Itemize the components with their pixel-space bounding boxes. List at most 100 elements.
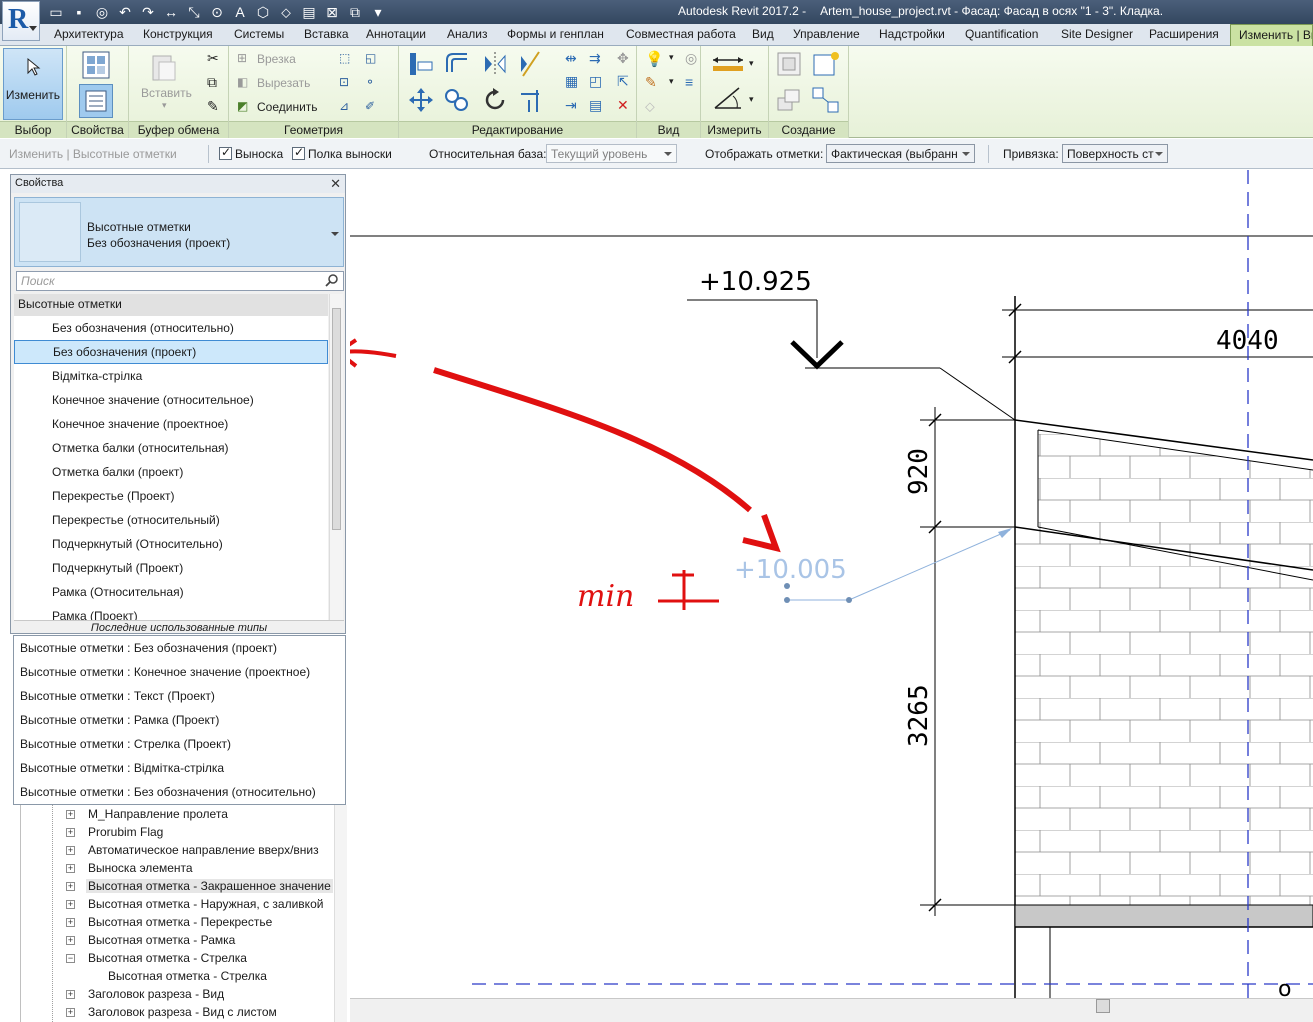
dimension-text-4040[interactable]: 4040 <box>1216 326 1279 356</box>
3d-view-icon[interactable]: ⬡ <box>253 2 273 22</box>
pin-icon[interactable]: ✥ <box>617 50 629 67</box>
paint-icon[interactable]: ⚬ <box>365 75 375 89</box>
align-icon[interactable] <box>407 50 435 78</box>
recent-type-item[interactable]: Высотные отметки : Відмітка-стрілка <box>14 756 345 780</box>
split-element-icon[interactable]: ⇥ <box>565 97 577 114</box>
type-list-item[interactable]: Відмітка-стрілка <box>14 364 328 388</box>
dimension-text-3265[interactable]: 3265 <box>904 684 934 747</box>
recent-type-item[interactable]: Высотные отметки : Текст (Проект) <box>14 684 345 708</box>
tab-site-designer[interactable]: Site Designer <box>1061 27 1133 41</box>
section-icon[interactable]: ⬦ <box>276 2 296 22</box>
recent-type-item[interactable]: Высотные отметки : Конечное значение (пр… <box>14 660 345 684</box>
copy-small-icon[interactable]: ⇉ <box>589 50 601 67</box>
properties-button[interactable] <box>79 84 113 118</box>
filter-icon[interactable]: ⬦ <box>645 98 655 115</box>
tab-view[interactable]: Вид <box>752 27 774 41</box>
close-icon[interactable]: ✕ <box>330 176 341 192</box>
create-similar-icon[interactable] <box>811 86 841 114</box>
tree-node-highlighted[interactable]: + Высотная отметка - Закрашенное значение <box>21 877 347 895</box>
create-parts-icon[interactable] <box>811 50 841 78</box>
text-icon[interactable]: A <box>230 2 250 22</box>
cut-geometry-icon[interactable]: ◧ <box>237 75 248 89</box>
override-dropdown-icon[interactable]: ▾ <box>669 76 674 87</box>
rotate-icon[interactable] <box>481 86 509 114</box>
move-small-icon[interactable]: ⇹ <box>565 50 577 67</box>
expand-icon[interactable]: + <box>66 846 75 855</box>
tab-quantification[interactable]: Quantification <box>965 27 1038 41</box>
type-list-item[interactable]: Отметка балки (относительная) <box>14 436 328 460</box>
type-selector[interactable]: Высотные отметки Без обозначения (проект… <box>14 197 344 267</box>
dimension-dropdown-icon[interactable]: ▾ <box>749 94 754 105</box>
hide-in-view-icon[interactable]: 💡 <box>645 50 664 68</box>
open-icon[interactable]: ▭ <box>46 2 66 22</box>
leader-label[interactable]: Выноска <box>235 147 283 161</box>
redo-icon[interactable]: ↷ <box>138 2 158 22</box>
expand-icon[interactable]: + <box>66 936 75 945</box>
tree-node[interactable]: + Высотная отметка - Перекрестье <box>21 913 347 931</box>
type-list-item[interactable]: Конечное значение (проектное) <box>14 412 328 436</box>
beam-column-joins-icon[interactable]: ⊿ <box>339 99 349 113</box>
recent-type-item[interactable]: Высотные отметки : Без обозначения (отно… <box>14 780 345 804</box>
switch-windows-icon[interactable]: ⧉ <box>345 2 365 22</box>
tab-massing-site[interactable]: Формы и генплан <box>507 27 604 41</box>
cut-geometry-label[interactable]: Вырезать <box>257 76 310 90</box>
wall-profile-icon[interactable]: ✐ <box>365 99 375 113</box>
measure-icon[interactable]: ↔ <box>161 2 181 22</box>
create-assembly-icon[interactable] <box>775 50 803 78</box>
join-icon[interactable]: ◩ <box>237 99 248 113</box>
demolish-icon[interactable]: ⊡ <box>339 75 349 89</box>
expand-icon[interactable]: + <box>66 1008 75 1017</box>
tab-architecture[interactable]: Архитектура <box>54 27 124 41</box>
unpin-icon[interactable]: ⇱ <box>617 73 629 90</box>
copy-icon[interactable]: ⧉ <box>207 74 217 91</box>
expand-icon[interactable]: + <box>66 918 75 927</box>
split-face-icon[interactable]: ◱ <box>365 51 376 65</box>
tag-icon[interactable]: ⊙ <box>207 2 227 22</box>
reveal-hidden-icon[interactable]: ◎ <box>685 50 697 67</box>
tab-systems[interactable]: Системы <box>234 27 284 41</box>
sync-icon[interactable]: ◎ <box>92 2 112 22</box>
mirror-pick-axis-icon[interactable] <box>481 50 509 78</box>
expand-icon[interactable]: + <box>66 828 75 837</box>
tab-manage[interactable]: Управление <box>793 27 860 41</box>
tree-node[interactable]: + Заголовок разреза - Вид <box>21 985 347 1003</box>
type-list-scrollbar[interactable] <box>329 294 343 620</box>
close-windows-icon[interactable]: ⊠ <box>322 2 342 22</box>
tree-node[interactable]: + Высотная отметка - Наружная, с заливкой <box>21 895 347 913</box>
drawing-horizontal-scrollbar[interactable] <box>350 998 1313 1022</box>
tree-node[interactable]: + Prorubim Flag <box>21 823 347 841</box>
drawing-canvas[interactable]: 4040 920 3265 +10.925 +10.005 o min <box>350 170 1313 998</box>
tree-node[interactable]: + Высотная отметка - Рамка <box>21 931 347 949</box>
type-list-item[interactable]: Подчеркнутый (Проект) <box>14 556 328 580</box>
type-list-item[interactable]: Рамка (Проект) <box>14 604 328 620</box>
move-icon[interactable] <box>407 86 435 114</box>
tab-modify-spot-elevations[interactable]: Изменить | Вы <box>1230 24 1313 46</box>
spot-elevation-value[interactable]: +10.925 <box>699 267 812 297</box>
mirror-draw-axis-icon[interactable] <box>517 50 545 78</box>
expand-icon[interactable]: + <box>66 882 75 891</box>
tab-analyze[interactable]: Анализ <box>447 27 488 41</box>
type-list-item[interactable]: Отметка балки (проект) <box>14 460 328 484</box>
tab-structure[interactable]: Конструкция <box>143 27 213 41</box>
cope-icon[interactable]: ⊞ <box>237 51 247 65</box>
linework-icon[interactable]: ≡ <box>685 74 693 90</box>
chevron-down-icon[interactable] <box>331 232 339 236</box>
aligned-dimension-icon[interactable] <box>711 84 745 112</box>
hide-dropdown-icon[interactable]: ▾ <box>669 52 674 63</box>
thin-lines-icon[interactable]: ▤ <box>299 2 319 22</box>
override-graphics-icon[interactable]: ✎ <box>645 74 657 91</box>
dimension-icon[interactable]: ⤡ <box>184 2 204 22</box>
expand-icon[interactable]: + <box>66 810 75 819</box>
customize-qat-icon[interactable]: ▾ <box>368 2 388 22</box>
grip-handle[interactable] <box>846 597 852 603</box>
type-list-item[interactable]: Рамка (Относительная) <box>14 580 328 604</box>
type-list-item[interactable]: Перекрестье (относительный) <box>14 508 328 532</box>
modify-button[interactable]: Изменить <box>3 48 63 120</box>
type-search-input[interactable]: Поиск <box>16 271 344 291</box>
type-list-item[interactable]: Подчеркнутый (Относительно) <box>14 532 328 556</box>
type-list-item[interactable]: Конечное значение (относительное) <box>14 388 328 412</box>
paste-label[interactable]: Вставить <box>141 86 192 100</box>
join-label[interactable]: Соединить <box>257 100 318 114</box>
copy-element-icon[interactable] <box>443 86 471 114</box>
delete-icon[interactable]: ✕ <box>617 97 629 114</box>
